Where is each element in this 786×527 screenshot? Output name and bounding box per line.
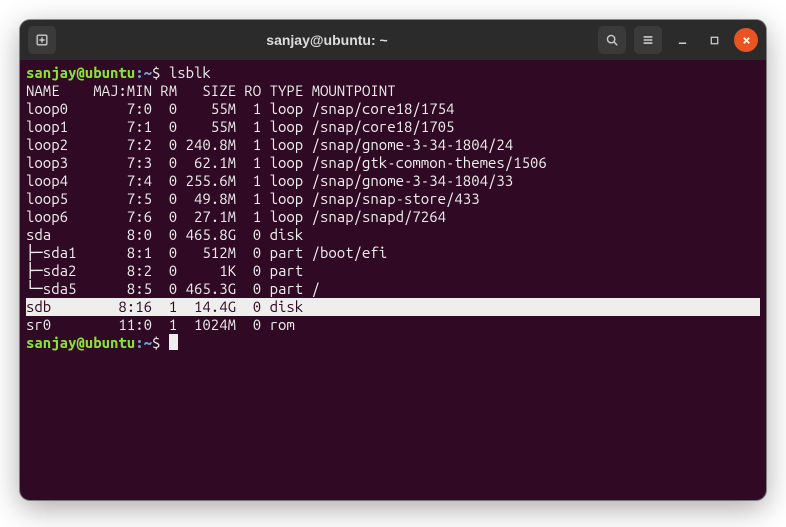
prompt-path: ~	[144, 334, 152, 351]
lsblk-row-highlight: sdb 8:16 1 14.4G 0 disk	[26, 298, 760, 316]
titlebar: sanjay@ubuntu: ~	[20, 20, 766, 60]
prompt-userhost: sanjay@ubuntu	[26, 64, 135, 81]
terminal-window: sanjay@ubuntu: ~	[20, 20, 766, 500]
search-button[interactable]	[598, 26, 626, 54]
lsblk-row: loop5 7:5 0 49.8M 1 loop /snap/snap-stor…	[26, 190, 760, 208]
lsblk-row: loop1 7:1 0 55M 1 loop /snap/core18/1705	[26, 118, 760, 136]
new-tab-button[interactable]	[28, 26, 56, 54]
prompt-line: sanjay@ubuntu:~$ lsblk	[26, 64, 760, 82]
cursor	[169, 334, 178, 350]
lsblk-row: └─sda5 8:5 0 465.3G 0 part /	[26, 280, 760, 298]
menu-button[interactable]	[634, 26, 662, 54]
prompt-path: ~	[144, 64, 152, 81]
lsblk-row: loop6 7:6 0 27.1M 1 loop /snap/snapd/726…	[26, 208, 760, 226]
prompt-separator: :	[135, 334, 143, 351]
command-text: lsblk	[169, 64, 211, 81]
lsblk-row: ├─sda2 8:2 0 1K 0 part	[26, 262, 760, 280]
maximize-button[interactable]	[702, 28, 726, 52]
prompt-separator: :	[135, 64, 143, 81]
prompt-symbol: $	[152, 64, 169, 81]
minimize-button[interactable]	[670, 28, 694, 52]
window-title: sanjay@ubuntu: ~	[64, 32, 590, 48]
close-button[interactable]	[734, 28, 758, 52]
prompt-symbol: $	[152, 334, 169, 351]
lsblk-row: ├─sda1 8:1 0 512M 0 part /boot/efi	[26, 244, 760, 262]
lsblk-row: loop3 7:3 0 62.1M 1 loop /snap/gtk-commo…	[26, 154, 760, 172]
prompt-userhost: sanjay@ubuntu	[26, 334, 135, 351]
lsblk-row: loop2 7:2 0 240.8M 1 loop /snap/gnome-3-…	[26, 136, 760, 154]
prompt-line: sanjay@ubuntu:~$	[26, 334, 760, 352]
lsblk-row: loop4 7:4 0 255.6M 1 loop /snap/gnome-3-…	[26, 172, 760, 190]
terminal-body[interactable]: sanjay@ubuntu:~$ lsblkNAME MAJ:MIN RM SI…	[20, 60, 766, 500]
lsblk-row: loop0 7:0 0 55M 1 loop /snap/core18/1754	[26, 100, 760, 118]
lsblk-row: sda 8:0 0 465.8G 0 disk	[26, 226, 760, 244]
lsblk-row: sr0 11:0 1 1024M 0 rom	[26, 316, 760, 334]
lsblk-header: NAME MAJ:MIN RM SIZE RO TYPE MOUNTPOINT	[26, 82, 760, 100]
